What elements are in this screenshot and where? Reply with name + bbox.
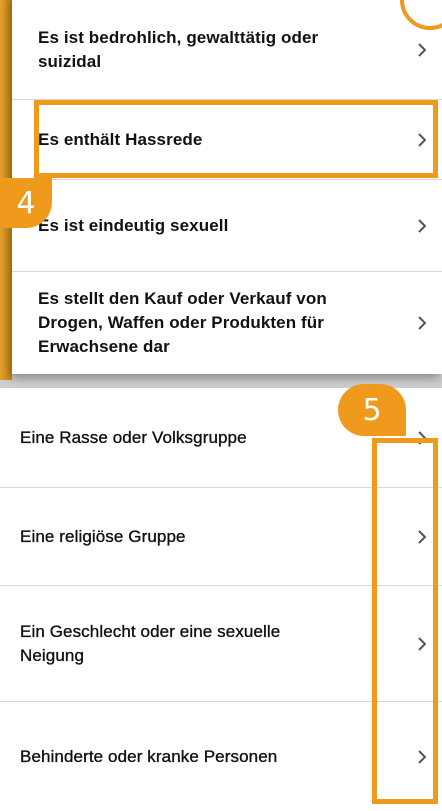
menu-item-label: Es ist bedrohlich, gewalttätig oder suiz… [38, 27, 319, 71]
menu-item-label: Eine Rasse oder Volksgruppe [20, 427, 247, 447]
menu-item-drugs-weapons[interactable]: Es stellt den Kauf oder Verkauf von Drog… [12, 272, 442, 374]
step-badge-5: 5 [338, 384, 406, 436]
menu-item-label: Es stellt den Kauf oder Verkauf von Drog… [38, 289, 327, 356]
report-menu-card: Es ist bedrohlich, gewalttätig oder suiz… [12, 0, 442, 374]
menu-item-label: Behinderte oder kranke Personen [20, 746, 278, 766]
chevron-right-icon [418, 636, 427, 651]
menu-item-hate-speech[interactable]: Es enthält Hassrede [12, 100, 442, 180]
chevron-right-icon [418, 529, 427, 544]
step-badge-4: 4 [0, 178, 52, 228]
report-panel-top: Es ist bedrohlich, gewalttätig oder suiz… [0, 0, 442, 388]
step-number: 5 [362, 392, 382, 428]
report-panel-bottom: Eine Rasse oder Volksgruppe Eine religiö… [0, 388, 442, 811]
chevron-right-icon [418, 132, 427, 147]
chevron-right-icon [418, 218, 427, 233]
chevron-right-icon [418, 316, 427, 330]
menu-item-label: Eine religiöse Gruppe [20, 526, 186, 546]
menu-item-religious-group[interactable]: Eine religiöse Gruppe [0, 488, 442, 586]
step-number: 4 [16, 185, 36, 221]
chevron-right-icon [418, 430, 427, 445]
chevron-right-icon [418, 749, 427, 764]
menu-item-disabled-sick[interactable]: Behinderte oder kranke Personen [0, 702, 442, 811]
chevron-right-icon [418, 42, 427, 57]
menu-item-sexual[interactable]: Es ist eindeutig sexuell [12, 180, 442, 272]
menu-item-label: Ein Geschlecht oder eine sexuelle Neigun… [20, 621, 281, 665]
menu-item-threatening[interactable]: Es ist bedrohlich, gewalttätig oder suiz… [12, 0, 442, 100]
menu-item-label: Es enthält Hassrede [38, 129, 203, 149]
menu-item-gender-orientation[interactable]: Ein Geschlecht oder eine sexuelle Neigun… [0, 586, 442, 702]
menu-item-label: Es ist eindeutig sexuell [38, 215, 229, 235]
